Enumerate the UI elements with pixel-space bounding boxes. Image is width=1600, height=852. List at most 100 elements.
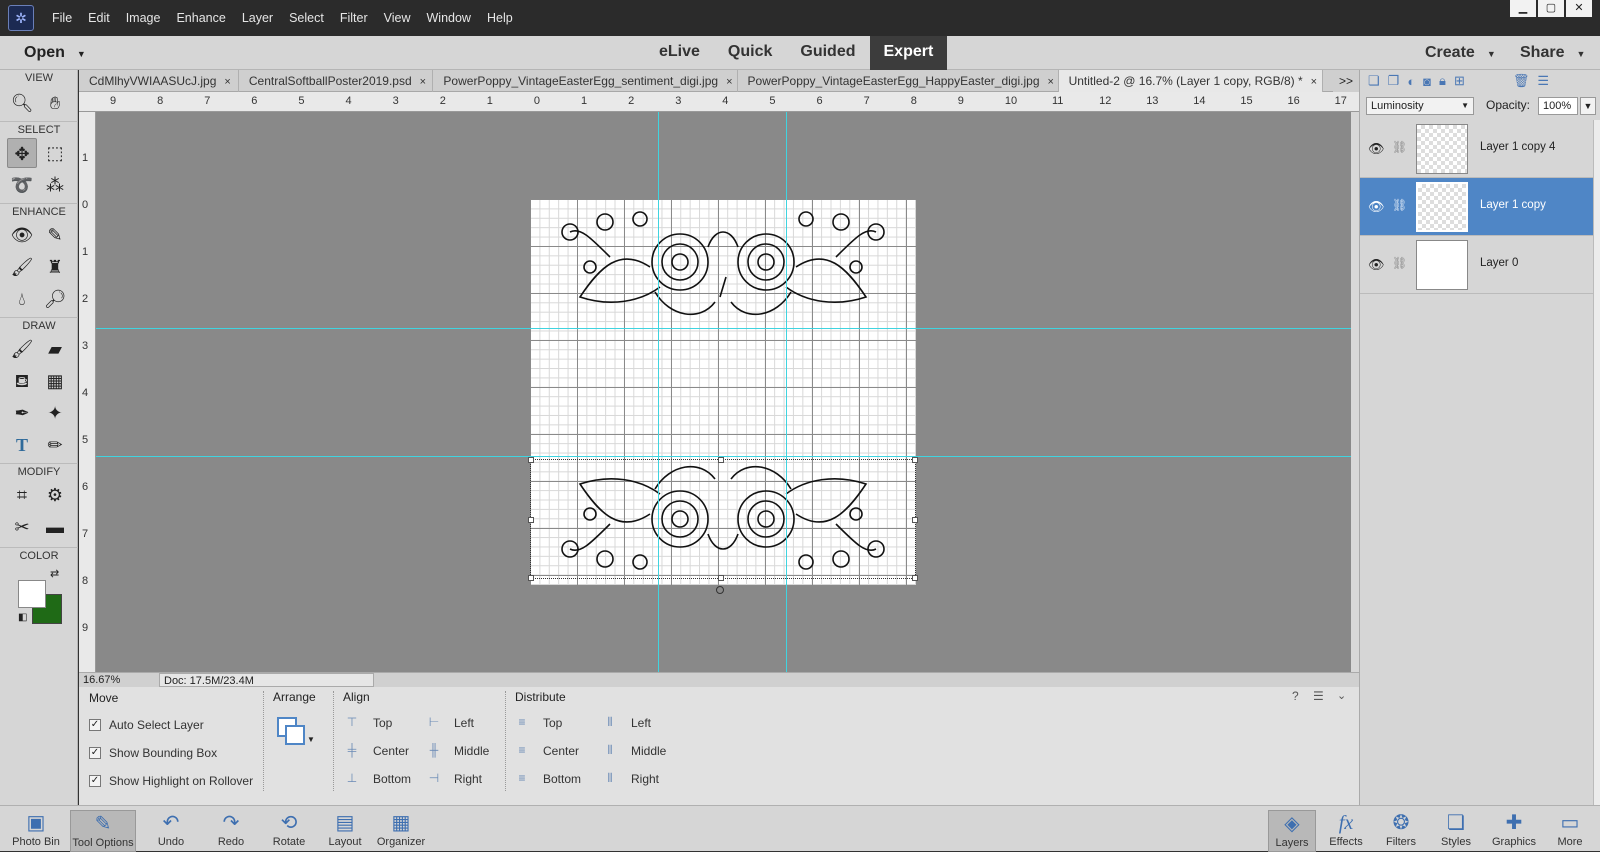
align-left[interactable]: Left (454, 716, 474, 730)
bounding-box[interactable] (528, 457, 918, 594)
link-icon[interactable]: ⛓︎ (1392, 198, 1407, 212)
doc-tab-active[interactable]: Untitled-2 @ 16.7% (Layer 1 copy, RGB/8)… (1058, 70, 1323, 92)
distribute-center[interactable]: Center (543, 744, 579, 758)
close-icon[interactable]: × (224, 76, 230, 88)
align-middle-icon[interactable]: ╫ (427, 743, 441, 757)
link-icon[interactable]: ⛓︎ (1392, 256, 1407, 270)
canvas-area[interactable] (96, 112, 1351, 672)
guide-vertical[interactable] (786, 112, 787, 672)
menu-help[interactable]: Help (479, 11, 521, 25)
app-logo-icon[interactable]: ✲ (8, 5, 34, 31)
lock-all-icon[interactable]: 🔒︎ (1439, 73, 1446, 89)
eraser-tool-icon[interactable]: ▰ (40, 334, 70, 364)
distribute-left[interactable]: Left (631, 716, 651, 730)
visibility-eye-icon[interactable]: 👁︎ (1368, 257, 1385, 273)
menu-file[interactable]: File (44, 11, 80, 25)
swap-colors-icon[interactable]: ⇄ (50, 567, 59, 580)
distribute-top[interactable]: Top (543, 716, 562, 730)
adjustment-layer-icon[interactable]: ◐ (1407, 74, 1415, 89)
visibility-eye-icon[interactable]: 👁︎ (1368, 199, 1385, 215)
guide-horizontal[interactable] (96, 328, 1351, 329)
gradient-tool-icon[interactable]: ▦ (40, 366, 70, 396)
document-canvas[interactable] (528, 199, 918, 594)
new-group-icon[interactable]: ❐ (1388, 73, 1400, 89)
recompose-tool-icon[interactable]: ⚙︎ (40, 480, 70, 510)
spot-healing-icon[interactable]: ✎ (40, 220, 70, 250)
distribute-middle[interactable]: Middle (631, 744, 666, 758)
layout-button[interactable]: ▤ Layout (320, 810, 370, 852)
layer-name[interactable]: Layer 1 copy (1480, 199, 1546, 211)
menu-edit[interactable]: Edit (80, 11, 118, 25)
canvas-vertical-scrollbar[interactable] (1351, 112, 1359, 672)
align-center-icon[interactable]: ╪ (345, 743, 359, 757)
close-icon[interactable]: × (1048, 76, 1054, 88)
align-bottom[interactable]: Bottom (373, 772, 411, 786)
blur-tool-icon[interactable]: 💧︎ (7, 284, 37, 314)
opacity-input[interactable]: 100% (1538, 97, 1578, 115)
layer-name[interactable]: Layer 1 copy 4 (1480, 141, 1555, 153)
align-right-icon[interactable]: ⊣ (427, 771, 441, 785)
transform-handle[interactable] (912, 517, 918, 523)
doc-size[interactable]: Doc: 17.5M/23.4M (159, 673, 374, 687)
graphics-button[interactable]: ✚ Graphics (1488, 810, 1540, 852)
bounding-box-checkbox[interactable]: ✓ (89, 747, 101, 759)
open-button[interactable]: Open ▼ (10, 36, 95, 70)
auto-select-checkbox[interactable]: ✓ (89, 719, 101, 731)
close-icon[interactable]: × (420, 76, 426, 88)
guide-horizontal[interactable] (96, 456, 1351, 457)
close-icon[interactable]: × (1311, 76, 1317, 88)
arrange-button[interactable]: ▼ (277, 717, 315, 747)
distribute-middle-icon[interactable]: ⫴ (603, 743, 617, 757)
menu-window[interactable]: Window (419, 11, 479, 25)
close-icon[interactable]: × (726, 76, 732, 88)
close-icon[interactable]: ✕ (1566, 0, 1592, 17)
default-colors-icon[interactable]: ◧ (18, 612, 27, 623)
distribute-top-icon[interactable]: ≡ (515, 715, 529, 729)
distribute-right-icon[interactable]: ⫴ (603, 771, 617, 785)
doc-tab[interactable]: PowerPoppy_VintageEasterEgg_sentiment_di… (433, 70, 738, 92)
panel-menu-icon[interactable]: ☰ (1537, 73, 1549, 89)
photo-bin-button[interactable]: ▣ Photo Bin (6, 810, 66, 852)
guide-vertical[interactable] (658, 112, 659, 672)
menu-enhance[interactable]: Enhance (168, 11, 233, 25)
undo-button[interactable]: ↶ Undo (146, 810, 196, 852)
create-button[interactable]: Create ▼ (1425, 36, 1496, 70)
align-center[interactable]: Center (373, 744, 409, 758)
visibility-eye-icon[interactable]: 👁︎ (1368, 141, 1385, 157)
panel-menu-icon[interactable]: ☰ (1313, 689, 1324, 703)
new-layer-icon[interactable]: ❏ (1368, 73, 1380, 89)
trash-icon[interactable]: 🗑︎ (1513, 73, 1530, 89)
lock-transparent-icon[interactable]: ⊞ (1454, 73, 1465, 89)
type-tool-icon[interactable]: T (7, 430, 37, 460)
link-icon[interactable]: ⛓︎ (1392, 140, 1407, 154)
transform-handle[interactable] (912, 575, 918, 581)
mode-expert[interactable]: Expert (869, 36, 948, 70)
distribute-bottom[interactable]: Bottom (543, 772, 581, 786)
align-left-icon[interactable]: ⊢ (427, 715, 441, 729)
doc-tab[interactable]: PowerPoppy_VintageEasterEgg_HappyEaster_… (738, 70, 1059, 92)
mode-quick[interactable]: Quick (714, 36, 786, 70)
transform-handle[interactable] (528, 575, 534, 581)
menu-image[interactable]: Image (118, 11, 169, 25)
layer-row[interactable]: 👁︎ ⛓︎ Layer 0 (1360, 236, 1593, 294)
rotate-button[interactable]: ⟲ Rotate (264, 810, 314, 852)
more-tabs-button[interactable]: >> (1333, 70, 1359, 92)
help-icon[interactable]: ? (1292, 689, 1299, 703)
lasso-tool-icon[interactable]: ➰ (7, 170, 37, 200)
filters-button[interactable]: ❂ Filters (1377, 810, 1425, 852)
share-button[interactable]: Share ▼ (1520, 36, 1585, 70)
highlight-rollover-checkbox[interactable]: ✓ (89, 775, 101, 787)
align-middle[interactable]: Middle (454, 744, 489, 758)
layer-name[interactable]: Layer 0 (1480, 257, 1518, 269)
paint-bucket-icon[interactable]: ⛾ (7, 366, 37, 396)
crop-tool-icon[interactable]: ⌗ (7, 480, 37, 510)
layer-row-selected[interactable]: 👁︎ ⛓︎ Layer 1 copy (1360, 178, 1593, 236)
menu-layer[interactable]: Layer (234, 11, 281, 25)
maximize-icon[interactable]: ▢ (1538, 0, 1564, 17)
layer-mask-icon[interactable]: ◙ (1423, 74, 1431, 89)
blend-mode-select[interactable]: Luminosity ▼ (1366, 97, 1474, 115)
transform-handle[interactable] (718, 457, 724, 463)
menu-view[interactable]: View (376, 11, 419, 25)
marquee-tool-icon[interactable]: ⬚ (40, 138, 70, 168)
distribute-center-icon[interactable]: ≡ (515, 743, 529, 757)
